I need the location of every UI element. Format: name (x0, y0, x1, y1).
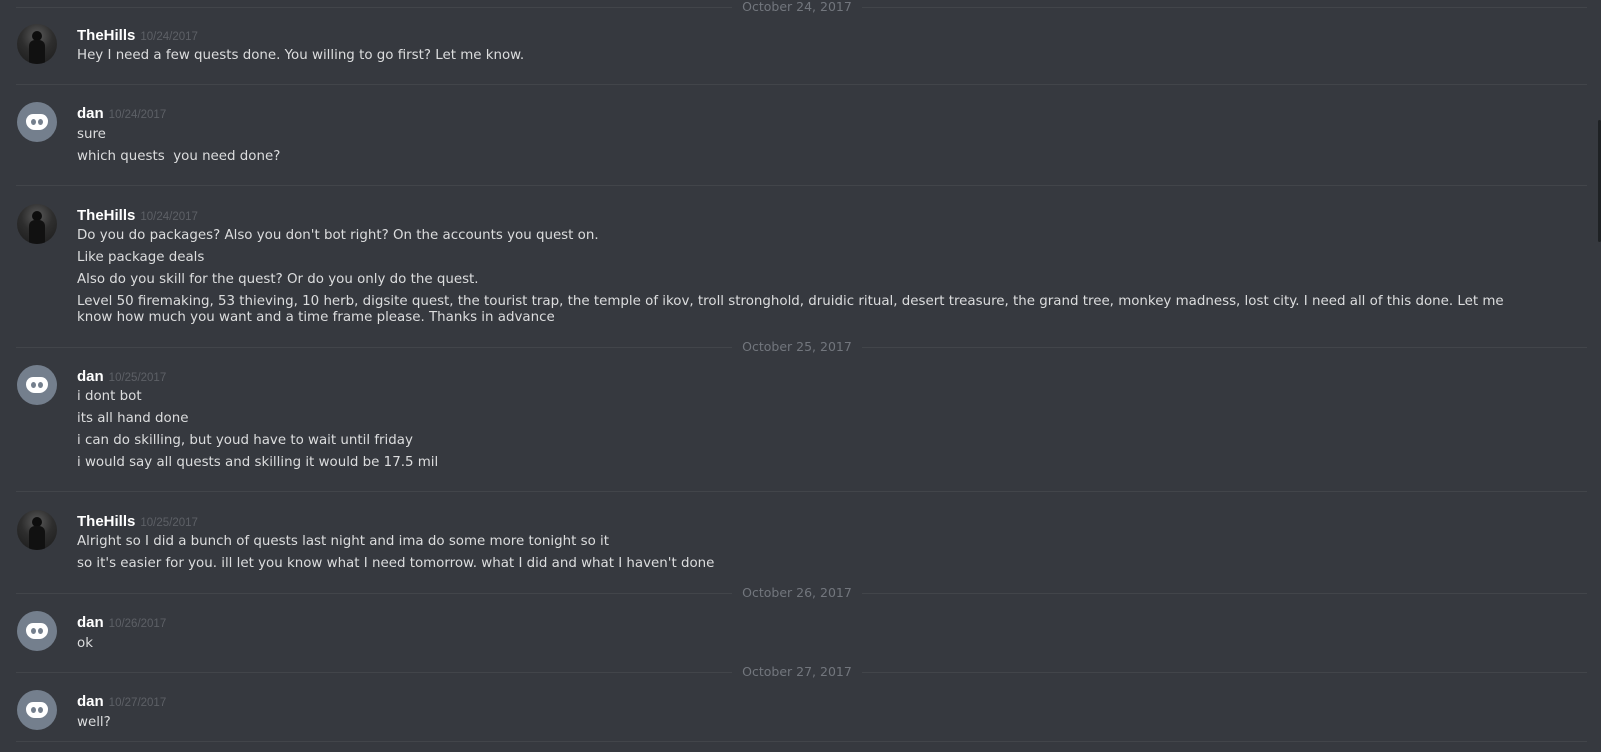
message-timestamp: 10/25/2017 (140, 517, 198, 529)
divider-line (862, 7, 1587, 8)
username[interactable]: dan (77, 105, 104, 122)
discord-default-avatar[interactable] (17, 365, 57, 405)
message-header: dan 10/27/2017 (77, 691, 166, 710)
date-separator-label: October 25, 2017 (732, 340, 862, 354)
avatar-figure-body (29, 40, 45, 64)
user-avatar[interactable] (17, 510, 57, 550)
message-text: Like package deals (77, 250, 205, 265)
username[interactable]: TheHills (77, 207, 135, 224)
message-text: Hey I need a few quests done. You willin… (77, 48, 525, 63)
message-header: dan 10/24/2017 (77, 103, 166, 122)
discord-logo-icon (26, 623, 48, 639)
message-text: Also do you skill for the quest? Or do y… (77, 272, 479, 287)
message-header: TheHills 10/25/2017 (77, 511, 198, 530)
discord-default-avatar[interactable] (17, 102, 57, 142)
discord-logo-eye (31, 628, 36, 634)
message-text: well? (77, 715, 111, 730)
date-separator-label: October 24, 2017 (732, 0, 862, 14)
divider-line (862, 672, 1587, 673)
discord-logo-eye (31, 119, 36, 125)
message-divider (16, 741, 1587, 742)
message-text: Do you do packages? Also you don't bot r… (77, 228, 599, 243)
message-header: dan 10/25/2017 (77, 366, 166, 385)
username[interactable]: dan (77, 368, 104, 385)
message-text: i would say all quests and skilling it w… (77, 455, 439, 470)
message-timestamp: 10/24/2017 (108, 109, 167, 121)
discord-default-avatar[interactable] (17, 690, 57, 730)
message-header: TheHills 10/24/2017 (77, 205, 198, 224)
chat-message-list[interactable]: October 24, 2017 TheHills 10/24/2017 Hey … (0, 0, 1601, 752)
divider-line (16, 593, 732, 594)
discord-logo-icon (26, 702, 48, 718)
message-text: i dont bot (77, 389, 142, 404)
username[interactable]: dan (77, 693, 104, 710)
message-divider (16, 491, 1587, 492)
discord-default-avatar[interactable] (17, 611, 57, 651)
discord-logo-icon (26, 377, 48, 393)
avatar-figure-body (29, 220, 45, 244)
discord-logo-eye (38, 628, 43, 634)
discord-logo-eye (38, 707, 43, 713)
message-timestamp: 10/25/2017 (108, 372, 167, 384)
message-text: so it's easier for you. ill let you know… (77, 556, 715, 571)
message-text: which quests you need done? (77, 149, 281, 164)
message-header: dan 10/26/2017 (77, 612, 166, 631)
divider-line (16, 672, 732, 673)
date-separator: October 24, 2017 (16, 0, 1587, 14)
message-timestamp: 10/24/2017 (140, 31, 198, 43)
message-timestamp: 10/24/2017 (140, 211, 198, 223)
avatar-figure-body (29, 526, 45, 550)
discord-logo-icon (26, 114, 48, 130)
divider-line (862, 593, 1587, 594)
discord-logo-eye (31, 707, 36, 713)
message-text: its all hand done (77, 411, 189, 426)
message-text: i can do skilling, but youd have to wait… (77, 433, 413, 448)
message-divider (16, 84, 1587, 85)
date-separator: October 25, 2017 (16, 340, 1587, 354)
username[interactable]: TheHills (77, 513, 135, 530)
date-separator-label: October 26, 2017 (732, 586, 862, 600)
discord-logo-eye (31, 382, 36, 388)
message-divider (16, 185, 1587, 186)
message-timestamp: 10/26/2017 (108, 618, 167, 630)
username[interactable]: TheHills (77, 27, 135, 44)
message-header: TheHills 10/24/2017 (77, 25, 198, 44)
username[interactable]: dan (77, 614, 104, 631)
user-avatar[interactable] (17, 204, 57, 244)
discord-logo-eye (38, 382, 43, 388)
date-separator: October 27, 2017 (16, 665, 1587, 679)
divider-line (16, 7, 732, 8)
message-text: ok (77, 636, 93, 651)
divider-line (16, 347, 732, 348)
date-separator: October 26, 2017 (16, 586, 1587, 600)
divider-line (862, 347, 1587, 348)
message-text: Alright so I did a bunch of quests last … (77, 534, 610, 549)
user-avatar[interactable] (17, 24, 57, 64)
message-timestamp: 10/27/2017 (108, 697, 167, 709)
date-separator-label: October 27, 2017 (732, 665, 862, 679)
message-text: sure (77, 127, 106, 142)
message-text: Level 50 firemaking, 53 thieving, 10 her… (77, 294, 1508, 325)
discord-logo-eye (38, 119, 43, 125)
